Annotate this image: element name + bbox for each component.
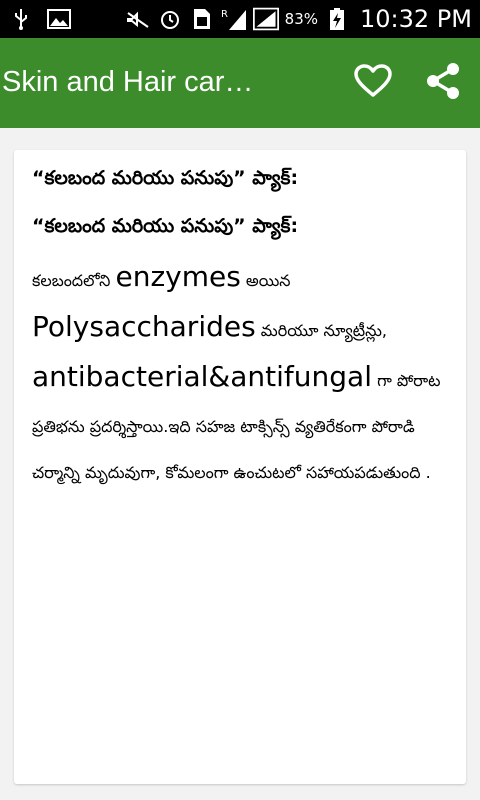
body-text-2: అయిన xyxy=(240,271,291,290)
body-text-1: కలబందలోని xyxy=(32,271,116,290)
body-text-3: మరియూ న్యూట్రీన్లు, xyxy=(255,321,387,340)
article-card: “కలబంద మరియు పనుపు” ప్యాక్: “కలబంద మరియు… xyxy=(14,150,466,784)
image-icon xyxy=(46,7,72,31)
share-icon xyxy=(425,62,461,104)
clock: 10:32 PM xyxy=(360,5,472,33)
usb-icon xyxy=(8,7,34,31)
article-heading: “కలబంద మరియు పనుపు” ప్యాక్: xyxy=(32,167,299,189)
sim-icon xyxy=(189,7,215,31)
article-subheading: “కలబంద మరియు పనుపు” ప్యాక్: xyxy=(32,215,299,237)
battery-charging-icon xyxy=(324,7,350,31)
body-term-antibacterial: antibacterial&antifungal xyxy=(32,360,372,393)
signal-roaming-icon: R xyxy=(221,7,247,31)
favorite-button[interactable] xyxy=(350,60,396,106)
mute-icon xyxy=(125,7,151,31)
battery-percent: 83% xyxy=(284,10,319,28)
signal-icon xyxy=(252,7,279,31)
alarm-icon xyxy=(157,7,183,31)
app-title: Skin and Hair car… xyxy=(2,66,254,98)
status-bar: R 83% 10:32 PM xyxy=(0,0,480,38)
heart-outline-icon xyxy=(354,64,392,102)
app-bar: Skin and Hair car… xyxy=(0,38,480,128)
svg-text:R: R xyxy=(221,9,228,20)
body-term-enzymes: enzymes xyxy=(115,260,241,293)
share-button[interactable] xyxy=(420,60,466,106)
article-body: కలబందలోని enzymes అయిన Polysaccharides మ… xyxy=(32,254,457,496)
body-term-polysaccharides: Polysaccharides xyxy=(32,310,256,343)
